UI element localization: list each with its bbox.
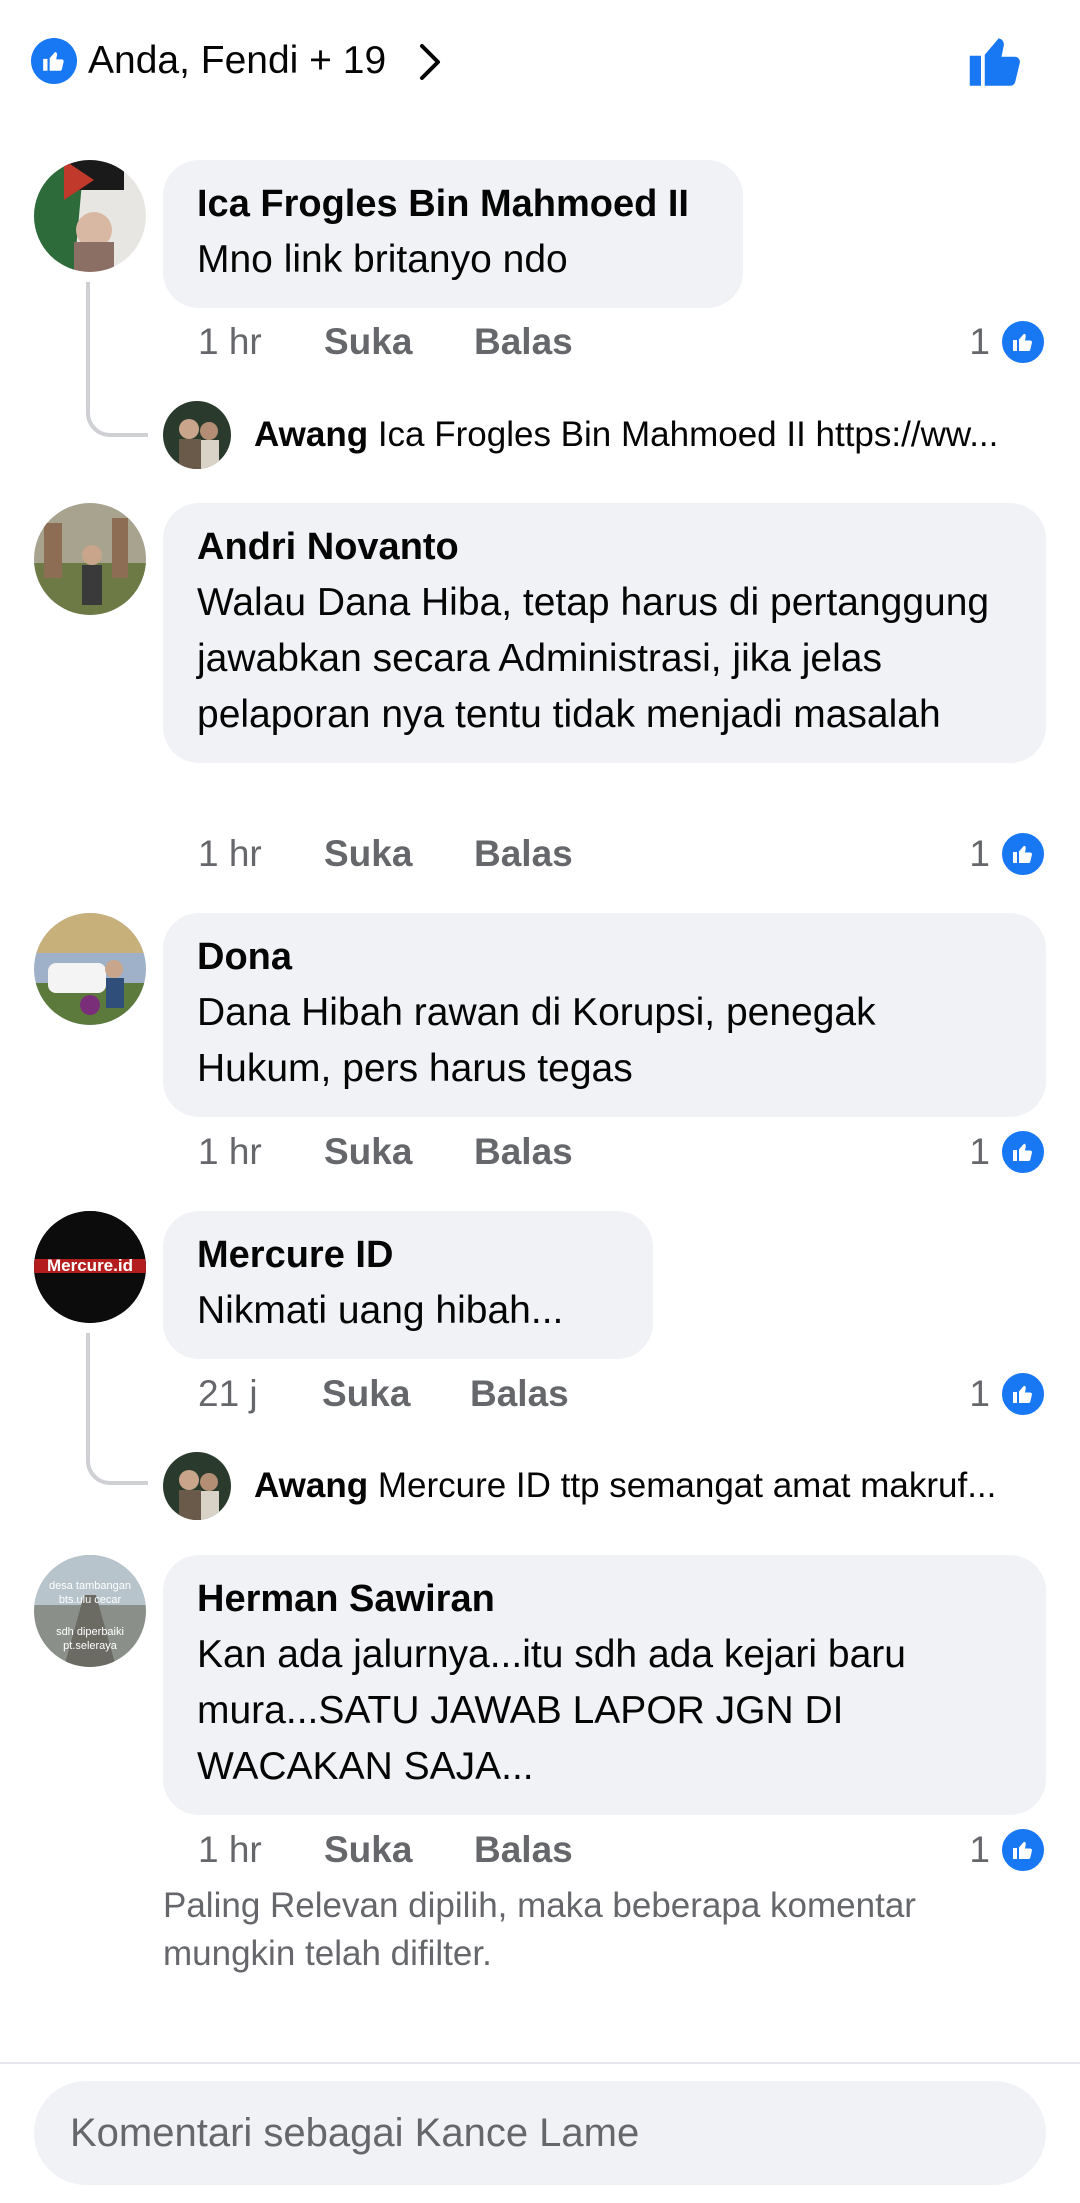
avatar-text: Mercure.id xyxy=(47,1256,133,1275)
reaction-count[interactable]: 1 xyxy=(969,317,1046,367)
reaction-count-value: 1 xyxy=(969,1373,990,1414)
avatar-text: pt.seleraya xyxy=(63,1640,118,1652)
avatar[interactable] xyxy=(163,1452,231,1520)
thread-connector xyxy=(86,1333,148,1485)
like-link[interactable]: Suka xyxy=(324,317,412,367)
comment-actions: 1 hr Suka Balas xyxy=(198,1127,1058,1177)
reply-link[interactable]: Balas xyxy=(474,829,573,879)
reactors-summary[interactable]: Anda, Fendi + 19 xyxy=(88,34,386,88)
like-link[interactable]: Suka xyxy=(324,829,412,879)
reply-link[interactable]: Balas xyxy=(474,1127,573,1177)
comment-bubble[interactable]: Ica Frogles Bin Mahmoed II Mno link brit… xyxy=(163,160,743,308)
comment-actions: 21 j Suka Balas xyxy=(198,1369,1058,1419)
like-link[interactable]: Suka xyxy=(324,1825,412,1875)
avatar[interactable] xyxy=(163,401,231,469)
like-reaction-icon xyxy=(1000,319,1046,365)
comment-text: Mno link britanyo ndo xyxy=(197,238,568,281)
like-link[interactable]: Suka xyxy=(322,1369,410,1419)
reaction-count[interactable]: 1 xyxy=(969,1127,1046,1177)
comment-author[interactable]: Herman Sawiran xyxy=(197,1571,1012,1627)
avatar[interactable]: desa tambangan bts.ulu cecar sdh diperba… xyxy=(34,1555,146,1667)
like-reaction-icon xyxy=(1000,1371,1046,1417)
reply-snippet: Mercure ID ttp semangat amat makruf... xyxy=(377,1466,997,1505)
avatar-text: bts.ulu cecar xyxy=(59,1594,122,1606)
comment-time[interactable]: 1 hr xyxy=(198,317,262,367)
filter-notice: Paling Relevan dipilih, maka beberapa ko… xyxy=(163,1886,916,1973)
comment-text: Dana Hibah rawan di Korupsi, penegak Huk… xyxy=(197,991,876,1090)
reaction-count-value: 1 xyxy=(969,321,990,362)
avatar-text: desa tambangan xyxy=(49,1580,131,1592)
comment-bubble[interactable]: Herman Sawiran Kan ada jalurnya...itu sd… xyxy=(163,1555,1046,1815)
reply-author: Awang xyxy=(254,1466,369,1505)
comment-actions: 1 hr Suka Balas xyxy=(198,1825,1058,1875)
reply-link[interactable]: Balas xyxy=(474,1825,573,1875)
comment-time[interactable]: 21 j xyxy=(198,1369,258,1419)
comment-author[interactable]: Dona xyxy=(197,929,1012,985)
comment-actions: 1 hr Suka Balas xyxy=(198,317,1058,367)
like-reaction-icon xyxy=(31,38,77,84)
thread-connector xyxy=(86,282,148,437)
reply-preview[interactable]: Awang Ica Frogles Bin Mahmoed II https:/… xyxy=(254,410,1040,460)
reply-author: Awang xyxy=(254,415,369,454)
comment-author[interactable]: Andri Novanto xyxy=(197,519,1012,575)
reply-preview[interactable]: Awang Mercure ID ttp semangat amat makru… xyxy=(254,1461,1040,1511)
avatar[interactable] xyxy=(34,503,146,615)
reaction-count-value: 1 xyxy=(969,833,990,874)
comment-author[interactable]: Ica Frogles Bin Mahmoed II xyxy=(197,176,709,232)
avatar-text: sdh diperbaiki xyxy=(56,1626,124,1638)
comment-time[interactable]: 1 hr xyxy=(198,829,262,879)
like-link[interactable]: Suka xyxy=(324,1127,412,1177)
divider xyxy=(0,2062,1080,2064)
like-reaction-icon xyxy=(1000,1827,1046,1873)
avatar[interactable] xyxy=(34,913,146,1025)
comment-time[interactable]: 1 hr xyxy=(198,1127,262,1177)
chevron-right-icon[interactable] xyxy=(416,42,444,82)
reaction-count[interactable]: 1 xyxy=(969,1369,1046,1419)
like-button-icon[interactable] xyxy=(966,32,1026,92)
comment-bubble[interactable]: Andri Novanto Walau Dana Hiba, tetap har… xyxy=(163,503,1046,763)
reply-link[interactable]: Balas xyxy=(474,317,573,367)
comment-bubble[interactable]: Mercure ID Nikmati uang hibah... xyxy=(163,1211,653,1359)
comment-author[interactable]: Mercure ID xyxy=(197,1227,619,1283)
reactions-header[interactable]: Anda, Fendi + 19 xyxy=(0,0,1080,126)
reaction-count-value: 1 xyxy=(969,1131,990,1172)
comment-input[interactable] xyxy=(70,2081,1000,2185)
reaction-count[interactable]: 1 xyxy=(969,1825,1046,1875)
comment-text: Kan ada jalurnya...itu sdh ada kejari ba… xyxy=(197,1633,906,1788)
avatar[interactable] xyxy=(34,160,146,272)
reaction-count[interactable]: 1 xyxy=(969,829,1046,879)
comment-actions: 1 hr Suka Balas xyxy=(198,829,1058,879)
reply-snippet: Ica Frogles Bin Mahmoed II https://ww... xyxy=(377,415,999,454)
like-reaction-icon xyxy=(1000,831,1046,877)
comment-text: Nikmati uang hibah... xyxy=(197,1289,564,1332)
reply-link[interactable]: Balas xyxy=(470,1369,569,1419)
avatar[interactable]: Mercure.id xyxy=(34,1211,146,1323)
reaction-count-value: 1 xyxy=(969,1829,990,1870)
comment-time[interactable]: 1 hr xyxy=(198,1825,262,1875)
comment-bubble[interactable]: Dona Dana Hibah rawan di Korupsi, penega… xyxy=(163,913,1046,1117)
like-reaction-icon xyxy=(1000,1129,1046,1175)
comment-text: Walau Dana Hiba, tetap harus di pertangg… xyxy=(197,581,990,736)
comment-composer[interactable] xyxy=(34,2081,1046,2185)
